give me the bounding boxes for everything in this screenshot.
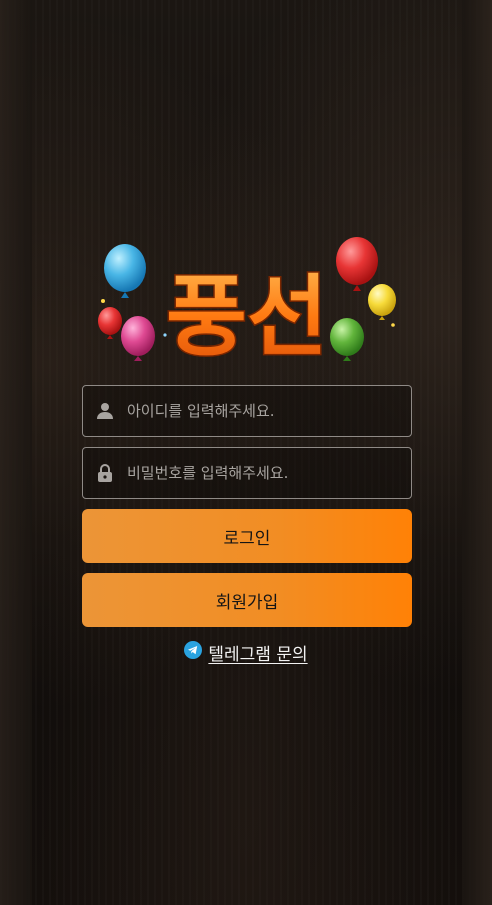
left-side-panel xyxy=(0,0,32,905)
telegram-icon[interactable] xyxy=(184,641,203,663)
id-input[interactable] xyxy=(127,386,411,436)
password-input[interactable] xyxy=(127,448,411,498)
telegram-contact: 텔레그램 문의 xyxy=(0,640,492,665)
right-side-panel xyxy=(462,0,492,905)
logo-text: 풍선 xyxy=(166,265,328,365)
signup-button[interactable]: 회원가입 xyxy=(82,573,412,627)
id-field[interactable] xyxy=(82,385,412,437)
login-button[interactable]: 로그인 xyxy=(82,509,412,563)
user-icon xyxy=(83,402,127,420)
login-button-label: 로그인 xyxy=(223,528,271,549)
balloon-logo: 풍선 xyxy=(95,235,400,365)
password-field[interactable] xyxy=(82,447,412,499)
signup-button-label: 회원가입 xyxy=(215,592,279,613)
lock-icon xyxy=(83,464,127,482)
telegram-contact-link[interactable]: 텔레그램 문의 xyxy=(208,640,307,665)
